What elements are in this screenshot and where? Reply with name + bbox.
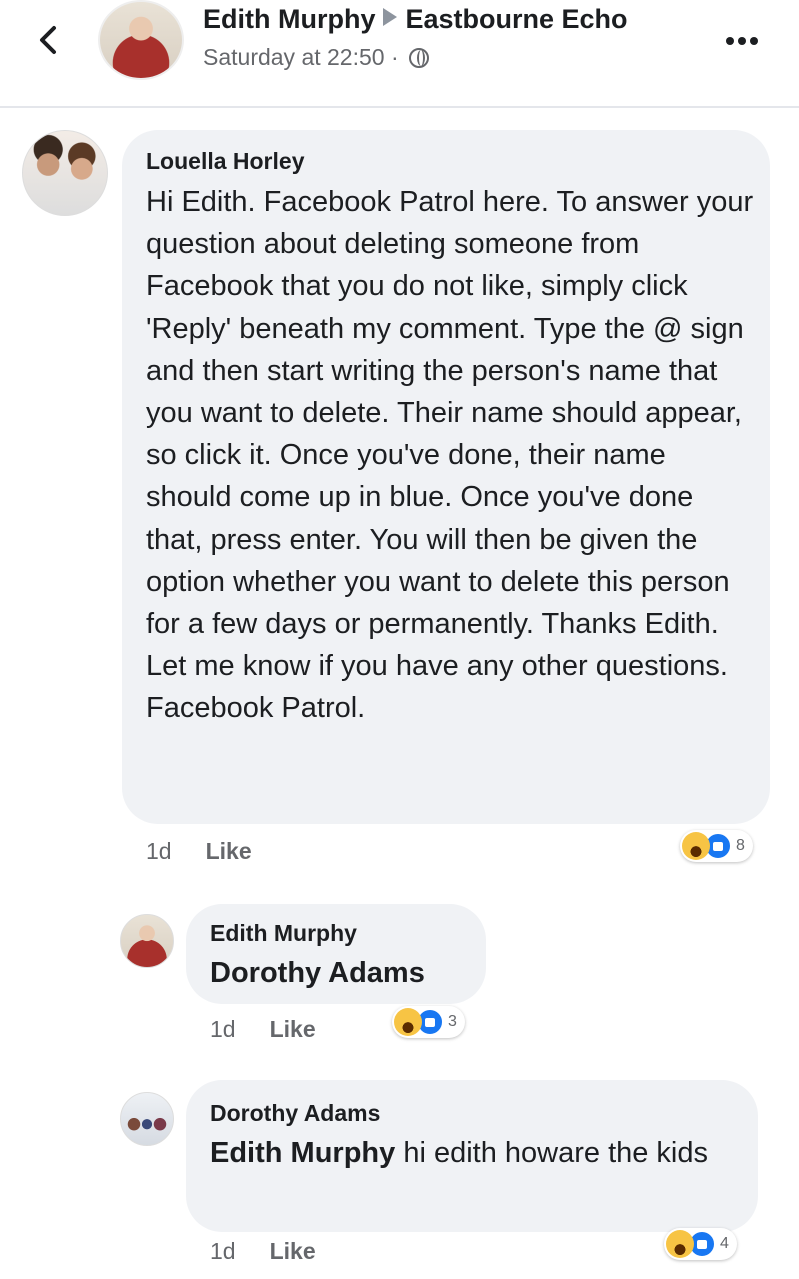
more-horizontal-icon[interactable] bbox=[726, 32, 766, 46]
haha-icon bbox=[666, 1230, 694, 1258]
like-button[interactable]: Like bbox=[206, 838, 252, 864]
haha-icon bbox=[394, 1008, 422, 1036]
avatar[interactable] bbox=[120, 1092, 174, 1146]
triangle-right-icon bbox=[383, 8, 398, 26]
reply-text: Edith Murphy hi edith howare the kids bbox=[210, 1131, 734, 1175]
like-button[interactable]: Like bbox=[270, 1016, 316, 1042]
post-target-name[interactable]: Eastbourne Echo bbox=[405, 4, 627, 34]
globe-icon bbox=[409, 48, 430, 68]
chevron-left-icon[interactable] bbox=[30, 20, 66, 60]
avatar[interactable] bbox=[22, 130, 108, 216]
comment-actions: 1d Like bbox=[210, 1238, 316, 1265]
reply-body: hi edith howare the kids bbox=[395, 1137, 709, 1169]
avatar[interactable] bbox=[98, 0, 184, 80]
reaction-summary[interactable]: 4 bbox=[664, 1228, 737, 1260]
comment-author[interactable]: Edith Murphy bbox=[210, 920, 462, 947]
comment-bubble: Louella Horley Hi Edith. Facebook Patrol… bbox=[122, 130, 770, 824]
comment-age[interactable]: 1d bbox=[210, 1016, 236, 1042]
comment-actions: 1d Like bbox=[210, 1016, 316, 1043]
post-timestamp[interactable]: Saturday at 22:50 bbox=[203, 44, 385, 70]
separator: · bbox=[390, 44, 399, 70]
comment-age[interactable]: 1d bbox=[146, 838, 172, 864]
comment-author[interactable]: Dorothy Adams bbox=[210, 1100, 734, 1127]
mention-link[interactable]: Edith Murphy bbox=[210, 1137, 395, 1169]
mention-link[interactable]: Dorothy Adams bbox=[210, 957, 425, 989]
reaction-summary[interactable]: 8 bbox=[680, 830, 753, 862]
comment-age[interactable]: 1d bbox=[210, 1238, 236, 1264]
avatar[interactable] bbox=[120, 914, 174, 968]
comment-text: Hi Edith. Facebook Patrol here. To answe… bbox=[146, 186, 754, 725]
post-author-name[interactable]: Edith Murphy bbox=[203, 4, 375, 34]
post-title: Edith Murphy Eastbourne Echo bbox=[203, 4, 628, 35]
reaction-count: 4 bbox=[720, 1235, 729, 1252]
haha-icon bbox=[682, 832, 710, 860]
comment-actions: 1d Like bbox=[146, 838, 252, 865]
reaction-summary[interactable]: 3 bbox=[392, 1006, 465, 1038]
reply-bubble: Edith Murphy Dorothy Adams bbox=[186, 904, 486, 1004]
reaction-count: 3 bbox=[448, 1013, 457, 1030]
post-meta: Saturday at 22:50 · bbox=[203, 44, 430, 71]
reply-text: Dorothy Adams bbox=[210, 951, 462, 995]
comment-author[interactable]: Louella Horley bbox=[146, 148, 746, 175]
reply-bubble: Dorothy Adams Edith Murphy hi edith howa… bbox=[186, 1080, 758, 1232]
reaction-count: 8 bbox=[736, 837, 745, 854]
post-header: Edith Murphy Eastbourne Echo Saturday at … bbox=[0, 0, 799, 108]
like-button[interactable]: Like bbox=[270, 1238, 316, 1264]
